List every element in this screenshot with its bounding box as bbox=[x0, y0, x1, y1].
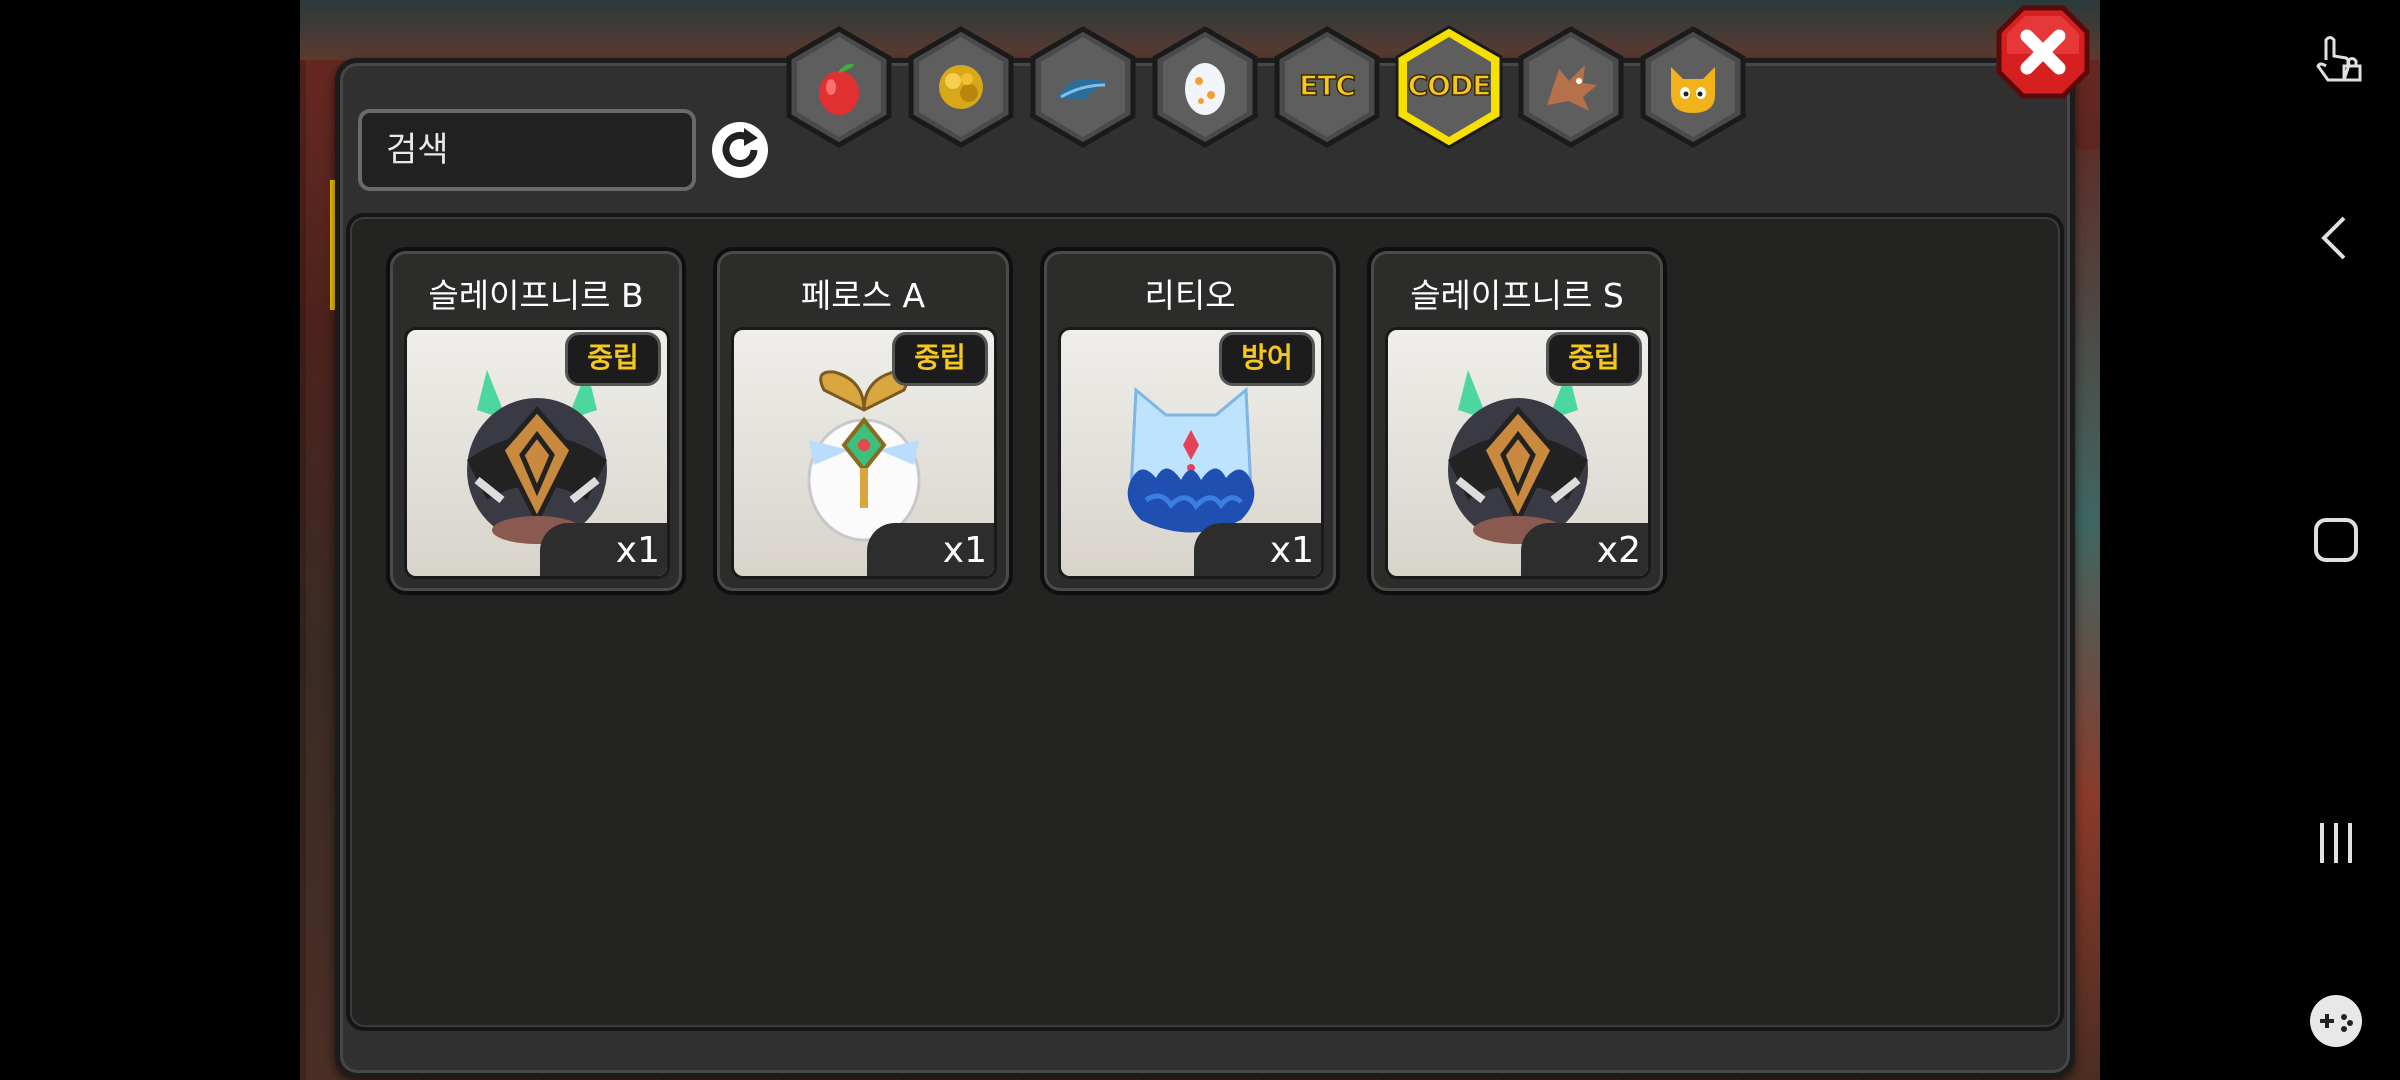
item-quantity: x1 bbox=[867, 523, 994, 576]
tab-dragon[interactable] bbox=[1517, 25, 1625, 149]
element-badge: 방어 bbox=[1219, 332, 1315, 386]
gold-ore-icon bbox=[939, 65, 983, 109]
item-card[interactable]: 슬레이프니르 S 중립 x2 bbox=[1367, 247, 1667, 595]
monster-icon bbox=[1671, 67, 1715, 113]
back-icon[interactable] bbox=[2308, 210, 2364, 266]
item-image: 중립 x2 bbox=[1385, 327, 1651, 579]
tab-monster[interactable] bbox=[1639, 25, 1747, 149]
tab-feather[interactable] bbox=[1029, 25, 1137, 149]
tab-code-label: CODE bbox=[1407, 68, 1492, 103]
item-image: 방어 x1 bbox=[1058, 327, 1324, 579]
item-image: 중립 x1 bbox=[404, 327, 670, 579]
element-badge: 중립 bbox=[1546, 332, 1642, 386]
recents-icon[interactable] bbox=[2308, 815, 2364, 871]
game-tools-icon[interactable] bbox=[2308, 993, 2364, 1049]
item-card[interactable]: 페로스 A 중립 x1 bbox=[713, 247, 1013, 595]
tab-code[interactable]: CODE bbox=[1395, 25, 1503, 149]
feather-icon bbox=[1057, 78, 1109, 101]
tab-etc-label: ETC bbox=[1298, 68, 1356, 103]
tab-fruit[interactable] bbox=[785, 25, 893, 149]
item-grid: 슬레이프니르 B 중립 x1 페로스 A 중립 x1 리티오 방어 x1 슬레이… bbox=[346, 213, 2064, 1031]
egg-icon bbox=[1185, 63, 1225, 115]
item-card[interactable]: 슬레이프니르 B 중립 x1 bbox=[386, 247, 686, 595]
close-icon[interactable] bbox=[1995, 4, 2091, 100]
search-box[interactable] bbox=[358, 109, 812, 191]
tab-etc[interactable]: ETC bbox=[1273, 25, 1381, 149]
dragon-icon bbox=[1547, 65, 1597, 111]
item-image: 중립 x1 bbox=[731, 327, 997, 579]
fruit-icon bbox=[819, 63, 859, 115]
touch-lock-icon[interactable] bbox=[2308, 30, 2364, 86]
item-title: 슬레이프니르 B bbox=[428, 276, 644, 315]
item-title: 페로스 A bbox=[800, 276, 926, 315]
element-badge: 중립 bbox=[565, 332, 661, 386]
item-quantity: x1 bbox=[540, 523, 667, 576]
home-icon[interactable] bbox=[2308, 512, 2364, 568]
item-quantity: x2 bbox=[1521, 523, 1648, 576]
tab-egg[interactable] bbox=[1151, 25, 1259, 149]
item-card[interactable]: 리티오 방어 x1 bbox=[1040, 247, 1340, 595]
item-title: 슬레이프니르 S bbox=[1410, 276, 1624, 315]
element-badge: 중립 bbox=[892, 332, 988, 386]
refresh-icon[interactable] bbox=[710, 120, 770, 180]
tab-gold[interactable] bbox=[907, 25, 1015, 149]
item-quantity: x1 bbox=[1194, 523, 1321, 576]
item-title: 리티오 bbox=[1144, 276, 1236, 315]
inventory-panel: ETC CODE 슬레이프니르 B bbox=[335, 25, 2075, 1078]
